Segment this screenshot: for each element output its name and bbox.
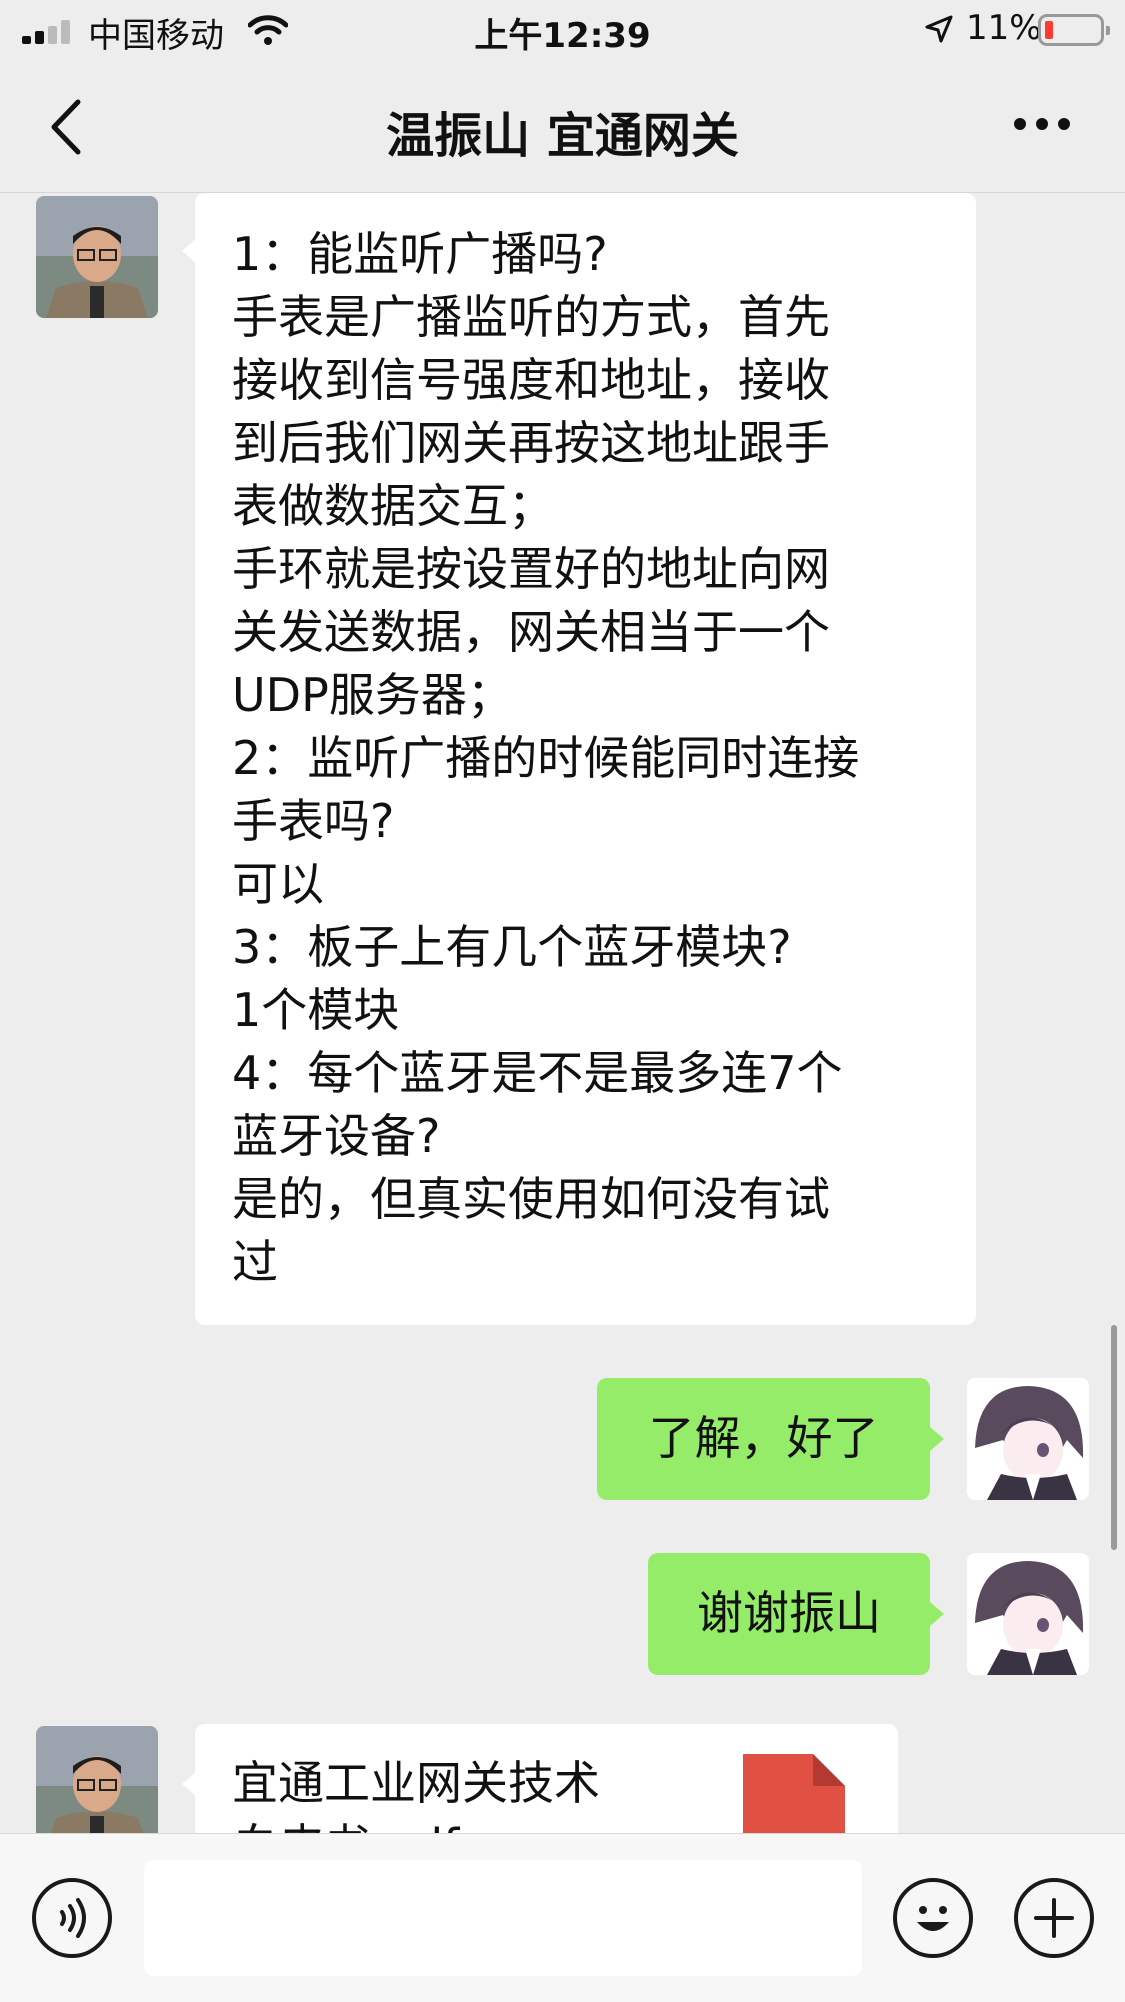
bubble-tail	[930, 1427, 944, 1451]
message-line: 表做数据交互；	[232, 479, 554, 533]
message-line: 2：监听广播的时候能同时连接	[232, 731, 860, 785]
status-time: 上午12:39	[474, 16, 651, 56]
message-bubble-self[interactable]: 了解，好了	[597, 1378, 930, 1500]
message-line: 3：板子上有几个蓝牙模块?	[232, 920, 792, 974]
message-line: 接收到信号强度和地址，接收	[232, 353, 830, 407]
file-message-bubble[interactable]: 宜通工业网关技术 白皮书.pdf	[195, 1724, 898, 1833]
voice-icon	[60, 1898, 86, 1938]
battery-percent: 11%	[966, 8, 1042, 48]
message-text: 了解，好了	[648, 1411, 879, 1465]
scrollbar[interactable]	[1111, 1325, 1117, 1550]
bubble-tail	[182, 239, 196, 263]
message-line: 是的，但真实使用如何没有试	[232, 1172, 830, 1226]
input-bar	[0, 1833, 1125, 2002]
bubble-tail	[182, 1772, 196, 1796]
nav-bar: 温振山 宜通网关	[0, 60, 1125, 192]
message-line: 手表吗?	[232, 794, 395, 848]
status-bar: 中国移动 上午12:39 11%	[0, 0, 1125, 60]
message-line: 到后我们网关再按这地址跟手	[232, 416, 830, 470]
message-line: 蓝牙设备?	[232, 1109, 441, 1163]
message-line: 过	[232, 1235, 278, 1289]
chat-message-list[interactable]: 1：能监听广播吗? 手表是广播监听的方式，首先 接收到信号强度和地址，接收 到后…	[0, 193, 1125, 1833]
message-input[interactable]	[144, 1860, 862, 1976]
message-line: 1个模块	[232, 983, 400, 1037]
self-avatar[interactable]	[967, 1378, 1089, 1500]
message-line: 4：每个蓝牙是不是最多连7个	[232, 1046, 843, 1100]
plus-icon	[1034, 1898, 1074, 1938]
contact-avatar[interactable]	[36, 1726, 158, 1833]
message-line: UDP服务器；	[232, 668, 513, 722]
message-line: 手表是广播监听的方式，首先	[232, 290, 830, 344]
emoji-button[interactable]	[893, 1878, 973, 1958]
self-avatar[interactable]	[967, 1553, 1089, 1675]
message-line: 手环就是按设置好的地址向网	[232, 542, 830, 596]
pdf-file-icon	[743, 1754, 845, 1833]
message-bubble-self[interactable]: 谢谢振山	[648, 1553, 930, 1675]
message-line: 1：能监听广播吗?	[232, 227, 608, 281]
battery-icon	[1038, 14, 1110, 46]
voice-button[interactable]	[32, 1878, 112, 1958]
message-text: 谢谢振山	[697, 1586, 881, 1640]
emoji-icon	[917, 1906, 949, 1931]
chat-title: 温振山 宜通网关	[386, 108, 739, 164]
location-arrow-icon	[925, 15, 953, 43]
message-bubble-contact[interactable]: 1：能监听广播吗? 手表是广播监听的方式，首先 接收到信号强度和地址，接收 到后…	[195, 193, 976, 1325]
message-line: 可以	[232, 857, 324, 911]
bubble-tail	[930, 1602, 944, 1626]
contact-avatar[interactable]	[36, 196, 158, 318]
more-options-button[interactable]	[1012, 116, 1072, 132]
message-line: 关发送数据，网关相当于一个	[232, 605, 830, 659]
more-functions-button[interactable]	[1014, 1878, 1094, 1958]
